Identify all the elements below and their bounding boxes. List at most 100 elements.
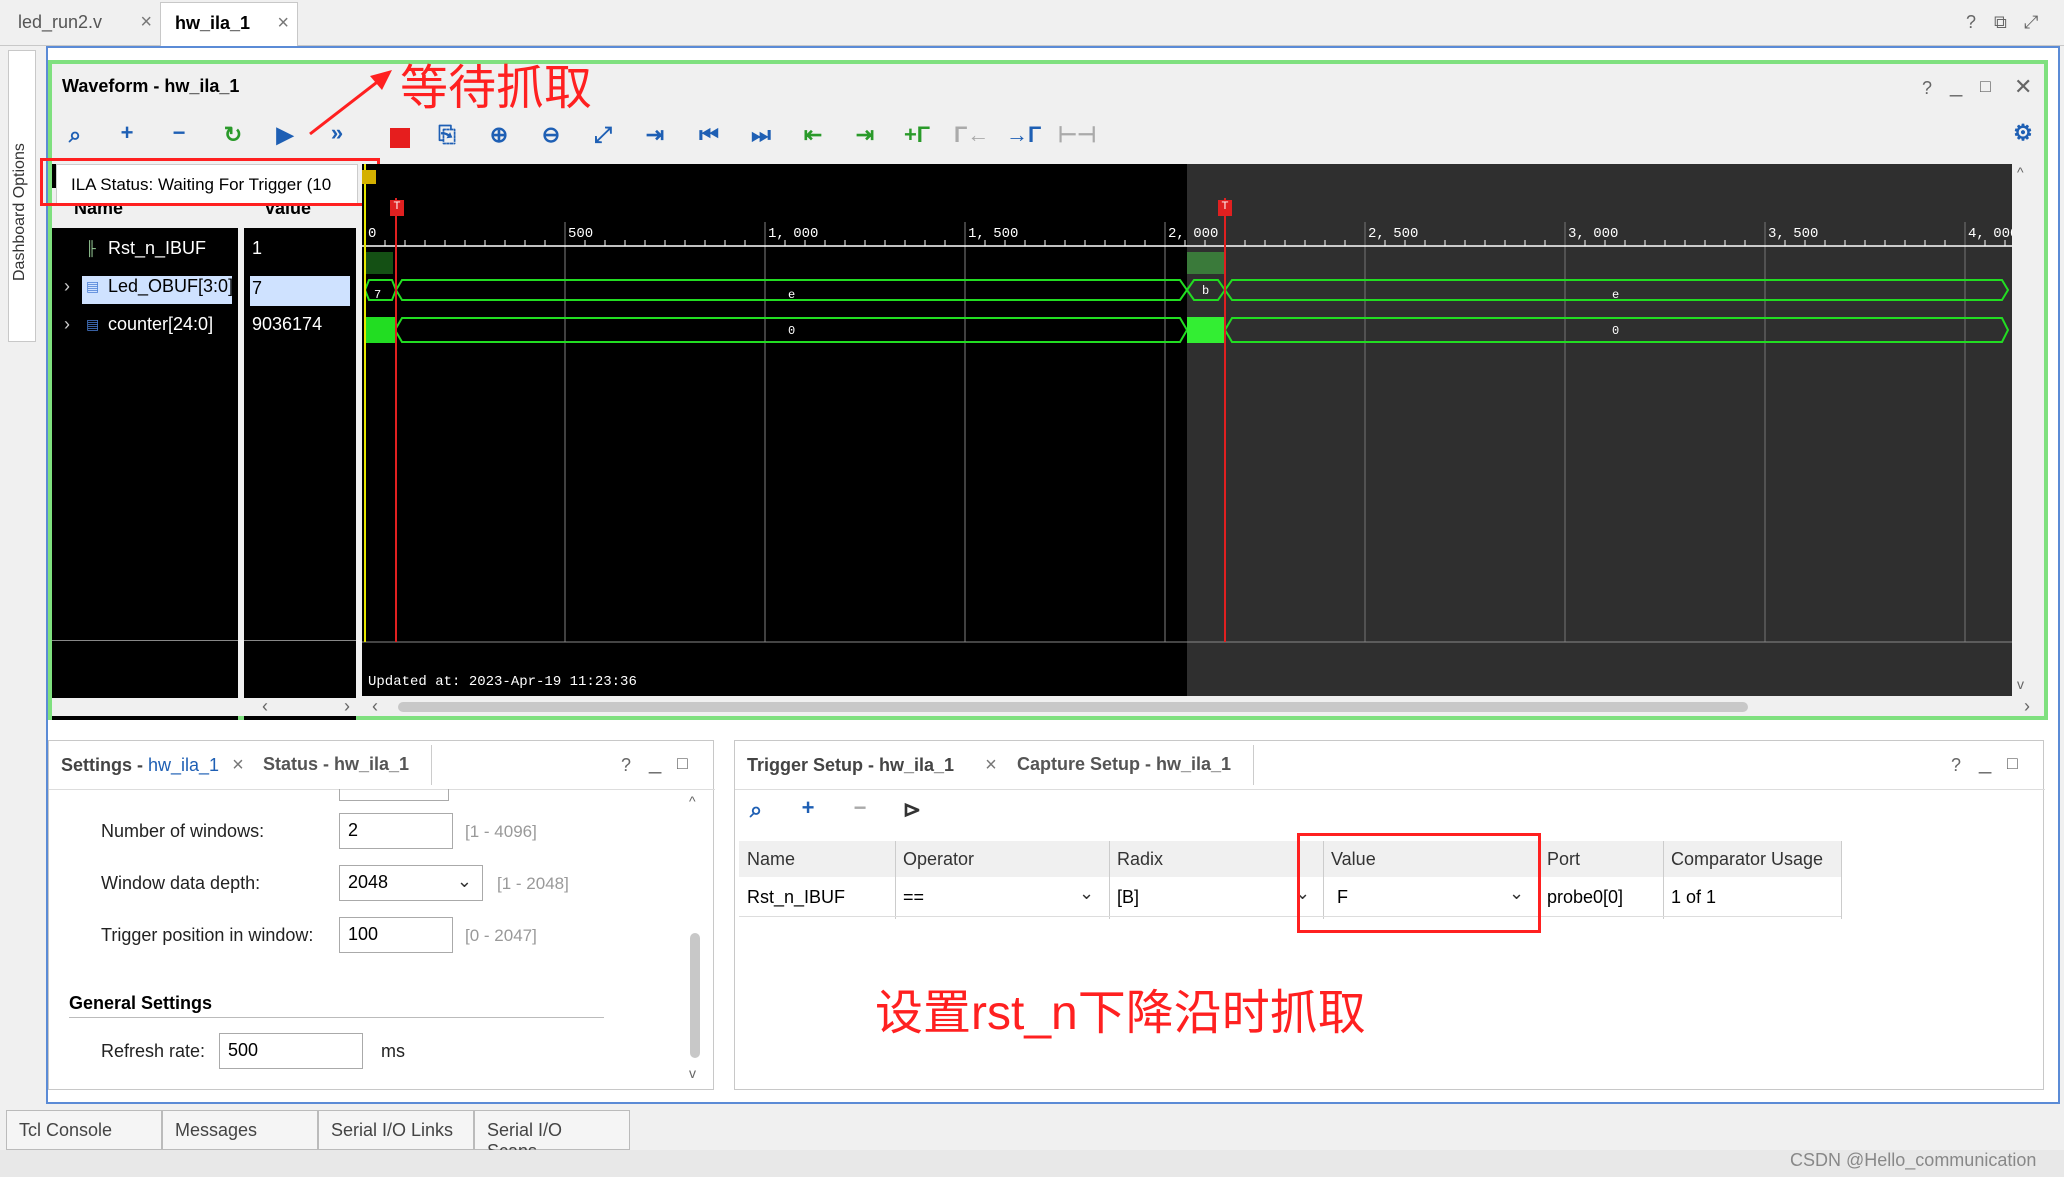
waveform-title: Waveform - hw_ila_1 <box>62 76 240 96</box>
go-to-end-icon[interactable]: ⏭ <box>746 122 776 148</box>
tab-messages[interactable]: Messages <box>162 1110 318 1150</box>
add-icon[interactable]: + <box>112 120 142 146</box>
help-icon[interactable]: ? <box>621 755 631 776</box>
signal-row[interactable]: › ▤ counter[24:0] <box>52 308 238 342</box>
tab-tcl-console[interactable]: Tcl Console <box>6 1110 162 1150</box>
tab-settings[interactable]: Settings - hw_ila_1 × <box>49 741 256 789</box>
help-icon[interactable]: ? <box>1922 78 1932 99</box>
horizontal-scrollbar[interactable]: ‹ › ‹ › <box>52 696 2042 717</box>
help-icon[interactable]: ? <box>1951 755 1961 776</box>
port-value: probe0[0] <box>1547 887 1624 907</box>
zoom-in-icon[interactable]: ⊕ <box>484 122 514 148</box>
add-marker-icon[interactable]: +Γ <box>902 122 932 148</box>
clipped-field <box>339 789 449 801</box>
comparator-usage-value: 1 of 1 <box>1671 887 1717 907</box>
help-icon[interactable]: ? <box>1966 12 1976 33</box>
vertical-scrollbar[interactable]: ^ v <box>2014 164 2032 696</box>
table-row[interactable]: Rst_n_IBUF == ⌄ [B] ⌄ F ⌄ probe0[0] 1 of… <box>739 877 1841 917</box>
waveform-canvas[interactable]: T T 0 500 1, 000 1, 500 2, 000 2, 500 3, 000 3,… <box>362 164 2012 696</box>
bus-value-label: 0 <box>1612 324 1620 338</box>
previous-transition-icon[interactable]: ⇤ <box>798 122 828 148</box>
window-depth-range: [1 - 2048] <box>497 874 569 893</box>
tab-serial-io-links[interactable]: Serial I/O Links <box>318 1110 474 1150</box>
number-of-windows-input[interactable]: 2 <box>339 813 453 849</box>
tab-status[interactable]: Status - hw_ila_1 <box>251 741 421 789</box>
trigger-position-input[interactable]: 100 <box>339 917 453 953</box>
scroll-up-icon[interactable]: ^ <box>2017 164 2024 180</box>
go-to-cursor-icon[interactable]: ⇥ <box>640 122 670 148</box>
trigger-position-label: Trigger position in window: <box>101 925 314 945</box>
expand-icon[interactable]: › <box>64 276 70 297</box>
maximize-icon[interactable]: □ <box>2007 753 2018 774</box>
scroll-thumb[interactable] <box>690 933 700 1058</box>
close-icon[interactable]: × <box>985 754 997 776</box>
next-marker-icon[interactable]: →Γ <box>1006 122 1041 148</box>
scroll-up-icon[interactable]: ^ <box>689 793 696 809</box>
gear-icon[interactable]: ⚙ <box>2008 120 2038 146</box>
signal-row[interactable]: › ▤ Led_OBUF[3:0] <box>52 270 238 304</box>
scroll-right-icon[interactable]: › <box>344 696 350 717</box>
radix-select[interactable]: [B] <box>1117 887 1139 908</box>
swap-cursors-icon: ⊢⊣ <box>1058 122 1097 147</box>
annotation-falling-edge: 设置rst_n下降沿时抓取 <box>875 987 1366 1040</box>
tab-capture-setup[interactable]: Capture Setup - hw_ila_1 <box>1005 741 1243 789</box>
tab-settings-link[interactable]: hw_ila_1 <box>148 755 219 775</box>
waveform-panel: Waveform - hw_ila_1 ? _ □ ✕ ⌕ + − ↻ ▶ » … <box>40 60 2048 720</box>
export-icon[interactable]: ⎘ <box>432 122 462 148</box>
scroll-left-icon[interactable]: ‹ <box>262 696 268 717</box>
zoom-out-icon[interactable]: ⊖ <box>536 122 566 148</box>
maximize-icon[interactable]: □ <box>1980 76 1991 97</box>
signal-name: counter[24:0] <box>108 314 214 334</box>
scroll-down-icon[interactable]: v <box>689 1065 696 1081</box>
refresh-rate-unit: ms <box>381 1041 405 1061</box>
remove-probe-icon: − <box>853 795 867 820</box>
probe-name: Rst_n_IBUF <box>747 887 846 907</box>
search-icon[interactable]: ⌕ <box>60 122 90 148</box>
refresh-rate-input[interactable]: 500 <box>219 1033 363 1069</box>
signal-name: Led_OBUF[3:0] <box>108 276 234 296</box>
tab-serial-io-scans[interactable]: Serial I/O Scans <box>474 1110 630 1161</box>
settings-scrollbar[interactable]: ^ v <box>685 793 705 1083</box>
close-icon[interactable]: × <box>140 11 152 34</box>
scroll-down-icon[interactable]: v <box>2017 676 2024 692</box>
operator-select[interactable]: == <box>903 887 924 908</box>
scroll-thumb[interactable] <box>398 702 1748 712</box>
window-depth-select[interactable]: 2048 ⌄ <box>339 865 483 901</box>
minimize-icon[interactable]: _ <box>649 749 661 775</box>
settings-panel: Settings - hw_ila_1 × Status - hw_ila_1 … <box>48 740 715 1090</box>
zoom-fit-icon[interactable]: ⤢ <box>588 122 618 148</box>
tab-trigger-setup[interactable]: Trigger Setup - hw_ila_1 × <box>735 741 1009 789</box>
search-icon[interactable]: ⌕ <box>741 797 771 823</box>
refresh-rate-label: Refresh rate: <box>101 1041 206 1061</box>
time-tick-label: 2, 000 <box>1168 226 1219 242</box>
run-trigger-immediate-icon[interactable]: ↻ <box>218 122 248 148</box>
go-to-start-icon[interactable]: ⏮ <box>694 122 724 148</box>
chevron-down-icon[interactable]: ⌄ <box>1079 883 1094 904</box>
time-tick-label: 3, 000 <box>1568 226 1619 242</box>
signal-value: 9036174 <box>252 314 323 334</box>
restore-icon[interactable]: ⧉ <box>1994 12 2007 33</box>
remove-icon[interactable]: − <box>164 120 194 146</box>
maximize-icon[interactable]: □ <box>677 753 688 774</box>
column-header-radix: Radix <box>1117 849 1164 869</box>
dashboard-options-side-tab[interactable]: Dashboard Options <box>8 50 36 342</box>
gate-icon[interactable]: ⊳ <box>897 797 927 823</box>
run-trigger-icon[interactable]: ▶ <box>270 122 300 148</box>
close-icon[interactable]: × <box>232 754 244 776</box>
next-transition-icon[interactable]: ⇥ <box>850 122 880 148</box>
divider <box>52 640 238 641</box>
doc-tab-hw-ila-1[interactable]: hw_ila_1 × <box>160 2 298 46</box>
float-icon[interactable]: ⤢ <box>2024 12 2038 33</box>
close-icon[interactable]: ✕ <box>2014 74 2032 100</box>
value-column: Value 1 7 9036174 <box>244 164 356 720</box>
add-probe-icon[interactable]: + <box>793 795 823 821</box>
minimize-icon[interactable]: _ <box>1979 749 1991 775</box>
close-icon[interactable]: × <box>277 12 289 35</box>
minimize-icon[interactable]: _ <box>1950 72 1962 98</box>
scroll-left-icon[interactable]: ‹ <box>372 696 378 717</box>
signal-icon: ╟ <box>86 240 96 256</box>
column-header-comparator-usage: Comparator Usage <box>1671 849 1824 869</box>
expand-icon[interactable]: › <box>64 314 70 335</box>
scroll-right-icon[interactable]: › <box>2024 696 2030 717</box>
signal-row[interactable]: ╟ Rst_n_IBUF <box>52 232 238 266</box>
